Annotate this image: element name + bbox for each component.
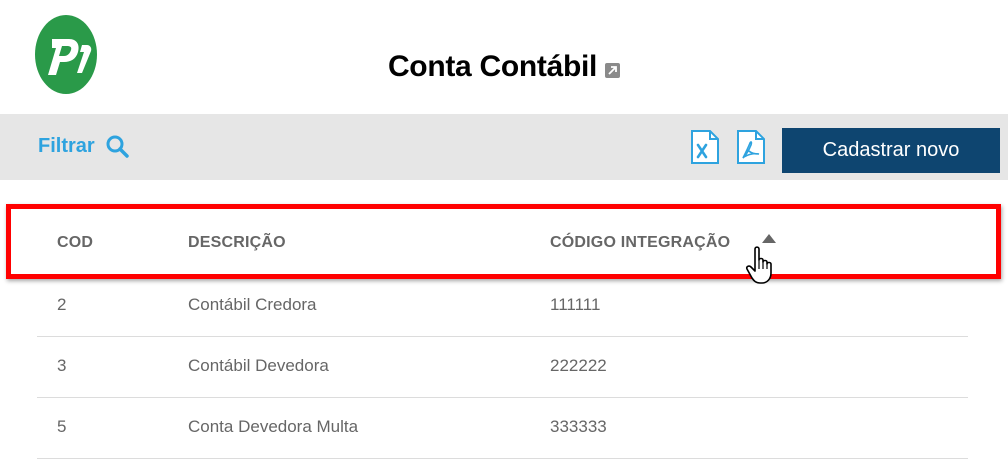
- column-header-cod[interactable]: COD: [57, 234, 93, 252]
- excel-export-icon[interactable]: [690, 130, 720, 164]
- filter-label: Filtrar: [38, 134, 95, 157]
- cell-descricao: Conta Devedora Multa: [188, 417, 359, 436]
- column-header-descricao[interactable]: DESCRIÇÃO: [188, 234, 286, 252]
- external-link-icon[interactable]: [605, 63, 621, 78]
- cell-cod: 3: [57, 356, 67, 375]
- search-icon: [106, 135, 129, 158]
- toolbar: Filtrar Cadastrar novo: [0, 114, 1008, 180]
- add-new-button[interactable]: Cadastrar novo: [782, 128, 1000, 173]
- cell-cod: 5: [57, 417, 67, 436]
- page-title: Conta Contábil: [387, 50, 598, 83]
- cell-codigo-integracao: 111111: [550, 295, 601, 314]
- cell-descricao: Contábil Devedora: [188, 356, 329, 375]
- hand-pointer-cursor-icon: [746, 246, 772, 284]
- page-title-container: Conta Contábil: [0, 50, 1008, 84]
- table-row[interactable]: 5 Conta Devedora Multa 333333: [37, 398, 968, 459]
- table-header-highlight: [6, 204, 1001, 279]
- sort-ascending-icon[interactable]: [762, 234, 776, 243]
- cell-cod: 2: [57, 295, 67, 314]
- pdf-export-icon[interactable]: [736, 130, 766, 164]
- cell-codigo-integracao: 333333: [550, 417, 607, 436]
- column-header-codigo-integracao[interactable]: CÓDIGO INTEGRAÇÃO: [550, 234, 730, 252]
- table-row[interactable]: 2 Contábil Credora 111111: [37, 276, 968, 337]
- table-row[interactable]: 3 Contábil Devedora 222222: [37, 337, 968, 398]
- cell-descricao: Contábil Credora: [188, 295, 317, 314]
- filter-link[interactable]: Filtrar: [38, 134, 129, 158]
- cell-codigo-integracao: 222222: [550, 356, 607, 375]
